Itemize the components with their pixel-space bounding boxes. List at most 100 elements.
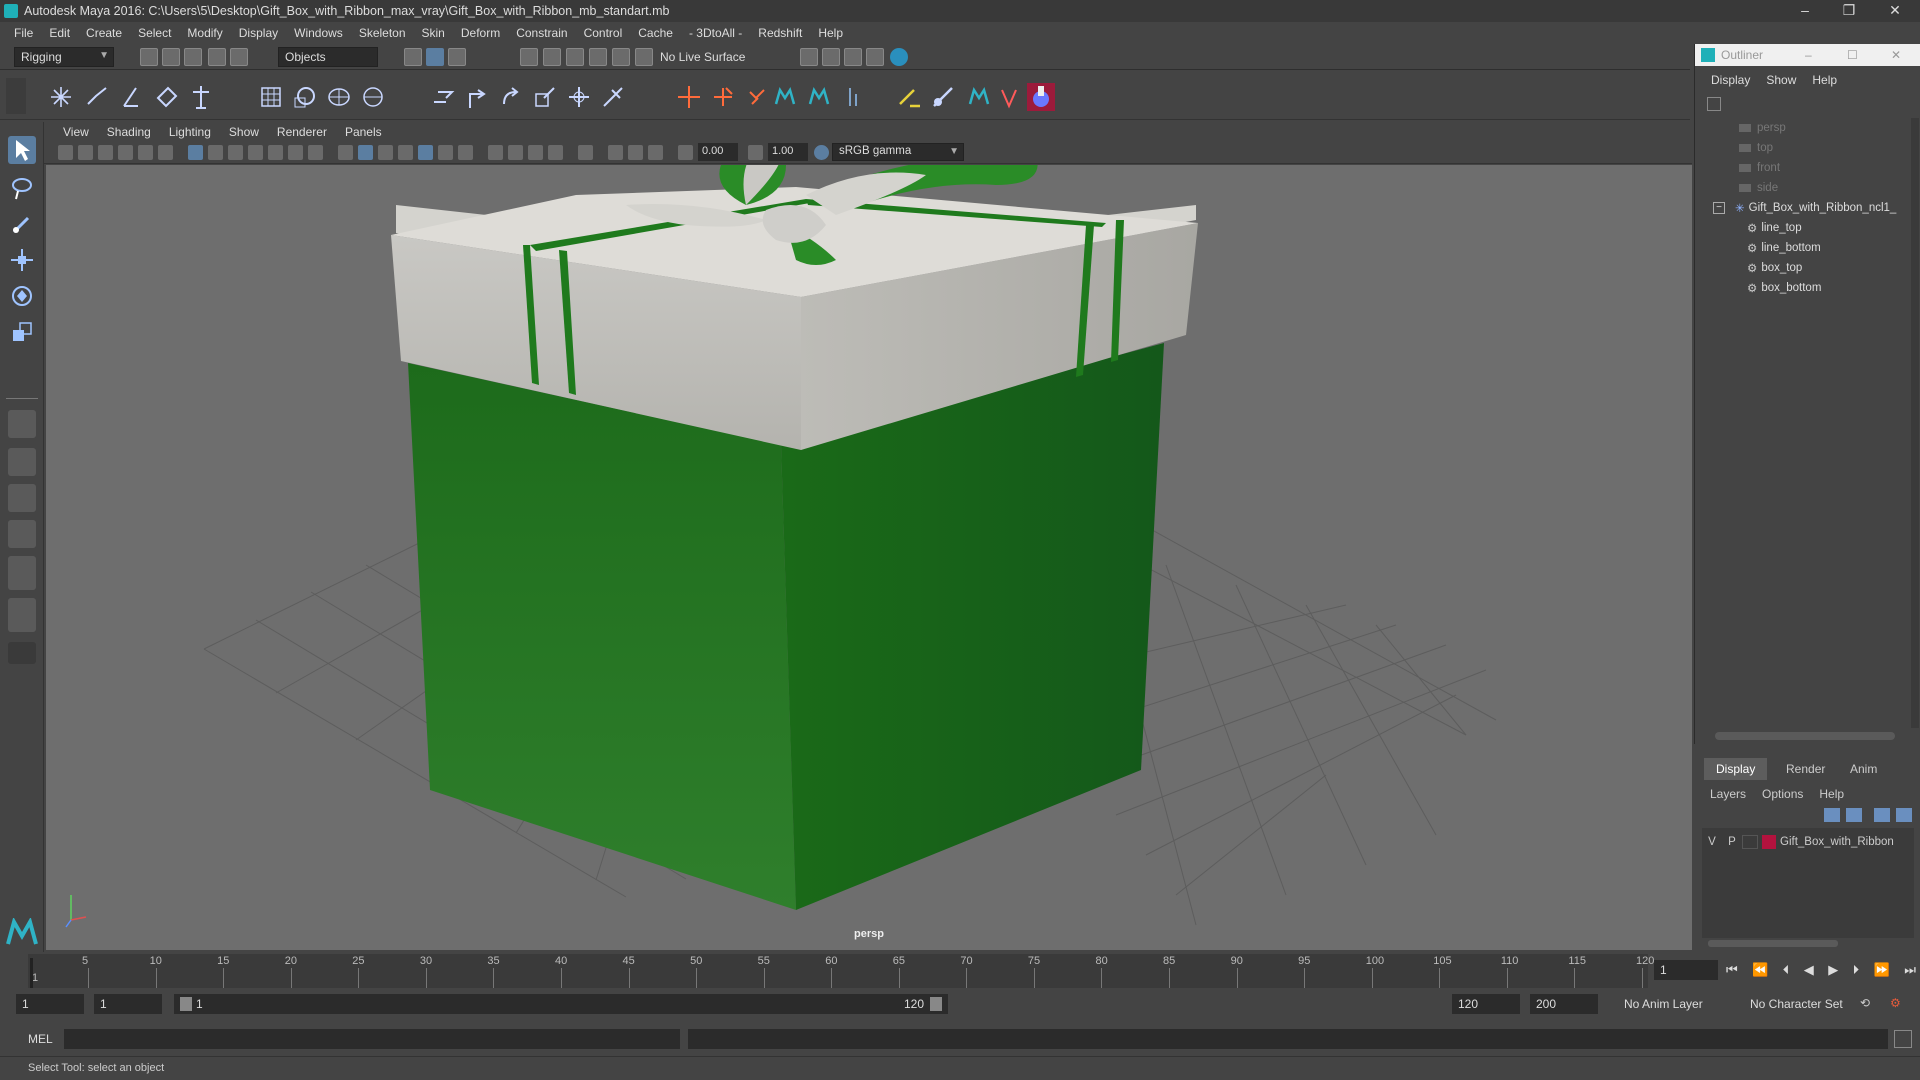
outliner-item-box-bottom[interactable]: ⚙ box_bottom <box>1747 278 1821 298</box>
current-time-indicator[interactable] <box>30 958 33 988</box>
gate-mask-icon[interactable] <box>248 145 263 160</box>
menu-modify[interactable]: Modify <box>179 26 230 40</box>
use-all-lights-icon[interactable] <box>438 145 453 160</box>
toolbox-collapse-icon[interactable] <box>8 642 36 664</box>
bookmark-icon[interactable] <box>98 145 113 160</box>
menu-windows[interactable]: Windows <box>286 26 351 40</box>
go-to-start-icon[interactable]: ⏮ <box>1726 962 1738 980</box>
move-tool-icon[interactable] <box>8 246 36 274</box>
playback-end-field[interactable]: 120 <box>1452 994 1520 1014</box>
rotate-tool-icon[interactable] <box>8 282 36 310</box>
color-management-icon[interactable] <box>814 145 829 160</box>
single-perspective-layout-icon[interactable] <box>8 410 36 438</box>
outliner-item-persp[interactable]: persp <box>1739 118 1786 138</box>
outliner-vertical-scrollbar[interactable] <box>1911 118 1919 728</box>
viewport-menu-view[interactable]: View <box>54 125 98 139</box>
minimize-button[interactable]: – <box>1782 0 1828 22</box>
animation-start-field[interactable]: 1 <box>16 994 84 1014</box>
ik-handle-icon[interactable] <box>84 84 110 110</box>
viewport-menu-renderer[interactable]: Renderer <box>268 125 336 139</box>
play-backwards-icon[interactable]: ◀ <box>1804 962 1814 980</box>
four-view-layout-icon[interactable] <box>8 448 36 476</box>
mirror-joint-icon[interactable] <box>188 84 214 110</box>
ik-spline-icon[interactable] <box>118 84 144 110</box>
animation-end-field[interactable]: 200 <box>1530 994 1598 1014</box>
layer-horizontal-scrollbar[interactable] <box>1708 940 1838 947</box>
menu-control[interactable]: Control <box>576 26 631 40</box>
motion-blur-icon[interactable] <box>508 145 523 160</box>
snap-together-icon[interactable] <box>635 48 653 66</box>
tab-anim[interactable]: Anim <box>1838 758 1889 780</box>
open-scene-icon[interactable] <box>162 48 180 66</box>
layer-menu-layers[interactable]: Layers <box>1702 787 1754 801</box>
grease-pencil-icon[interactable] <box>158 145 173 160</box>
outliner-layout-icon[interactable] <box>8 598 36 632</box>
viewport-menu-show[interactable]: Show <box>220 125 268 139</box>
hik-icon-2[interactable] <box>806 84 832 110</box>
menu-cache[interactable]: Cache <box>630 26 681 40</box>
range-start-handle[interactable] <box>180 997 192 1011</box>
set-driven-key-icon[interactable] <box>744 84 770 110</box>
resolution-gate-icon[interactable] <box>228 145 243 160</box>
outliner-menu-help[interactable]: Help <box>1804 73 1845 87</box>
wireframe-icon[interactable] <box>338 145 353 160</box>
maximize-button[interactable]: ❐ <box>1826 0 1872 22</box>
menu-create[interactable]: Create <box>78 26 130 40</box>
xray-joints-icon[interactable] <box>628 145 643 160</box>
new-scene-icon[interactable] <box>140 48 158 66</box>
outliner-item-top[interactable]: top <box>1739 138 1773 158</box>
default-material-icon[interactable] <box>378 145 393 160</box>
outliner-item-front[interactable]: front <box>1739 158 1780 178</box>
layer-menu-options[interactable]: Options <box>1754 787 1811 801</box>
viewport-menu-panels[interactable]: Panels <box>336 125 391 139</box>
step-forward-key-icon[interactable]: ⏩ <box>1874 962 1890 980</box>
auto-key-icon[interactable]: ⟲ <box>1860 996 1870 1010</box>
wrap-deformer-icon[interactable] <box>326 84 352 110</box>
undo-icon[interactable] <box>208 48 226 66</box>
step-forward-frame-icon[interactable]: ⏵ <box>1853 962 1860 980</box>
snap-to-point-icon[interactable] <box>566 48 584 66</box>
2d-pan-zoom-icon[interactable] <box>138 145 153 160</box>
exposure-icon[interactable] <box>678 145 693 160</box>
select-by-object-icon[interactable] <box>426 48 444 66</box>
select-by-component-icon[interactable] <box>448 48 466 66</box>
xray-icon[interactable] <box>608 145 623 160</box>
lattice-icon[interactable] <box>258 84 284 110</box>
gamma-icon[interactable] <box>748 145 763 160</box>
scale-constraint-icon[interactable] <box>532 84 558 110</box>
render-current-frame-icon[interactable] <box>822 48 840 66</box>
point-constraint-icon[interactable] <box>464 84 490 110</box>
film-gate-icon[interactable] <box>208 145 223 160</box>
shadows-icon[interactable] <box>458 145 473 160</box>
layer-playback-toggle[interactable]: P <box>1722 836 1742 848</box>
redshift-material-icon[interactable] <box>1026 82 1056 112</box>
tab-render[interactable]: Render <box>1774 758 1837 780</box>
safe-action-icon[interactable] <box>288 145 303 160</box>
step-back-key-icon[interactable]: ⏪ <box>1752 962 1768 980</box>
menu-redshift[interactable]: Redshift <box>750 26 810 40</box>
layer-visibility-toggle[interactable]: V <box>1702 836 1722 848</box>
outliner-item-line-top[interactable]: ⚙ line_top <box>1747 218 1802 238</box>
outliner-horizontal-scrollbar[interactable] <box>1715 732 1895 740</box>
layer-menu-help[interactable]: Help <box>1811 787 1852 801</box>
paint-weights-icon[interactable] <box>896 84 922 110</box>
menu-file[interactable]: File <box>6 26 41 40</box>
perspective-viewport[interactable]: persp <box>46 165 1692 950</box>
wireframe-on-shaded-icon[interactable] <box>398 145 413 160</box>
snap-to-view-plane-icon[interactable] <box>589 48 607 66</box>
parent-constraint-icon[interactable] <box>430 84 456 110</box>
selection-mode-dropdown[interactable]: Objects <box>278 47 378 67</box>
layer-row[interactable]: V P Gift_Box_with_Ribbon <box>1702 832 1914 852</box>
anti-aliasing-icon[interactable] <box>528 145 543 160</box>
current-frame-field[interactable]: 1 <box>1654 960 1718 980</box>
outliner-filter-icon[interactable] <box>1707 97 1721 111</box>
tab-display[interactable]: Display <box>1704 758 1768 780</box>
outliner-item-line-bottom[interactable]: ⚙ line_bottom <box>1747 238 1821 258</box>
smooth-shade-icon[interactable] <box>358 145 373 160</box>
hypershade-layout-icon[interactable] <box>8 556 36 590</box>
snap-to-grid-icon[interactable] <box>520 48 538 66</box>
create-joint-icon[interactable] <box>48 84 74 110</box>
depth-of-field-icon[interactable] <box>548 145 563 160</box>
hik-icon-1[interactable] <box>772 84 798 110</box>
hik-icon-4[interactable] <box>966 84 992 110</box>
